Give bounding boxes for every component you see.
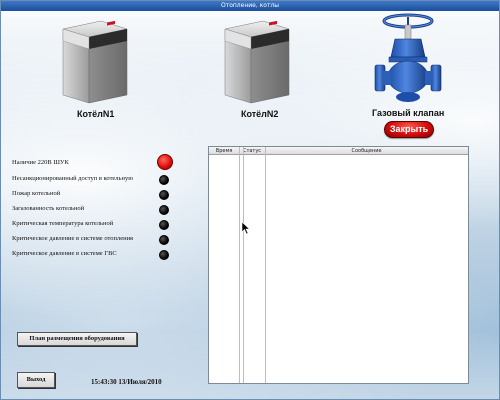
column-divider xyxy=(239,147,240,383)
equipment-plan-button[interactable]: План размещения оборудования xyxy=(17,332,137,346)
mouse-pointer-icon xyxy=(241,221,251,235)
event-log-table[interactable]: Время Статус Сообщение xyxy=(208,146,469,384)
status-label-heating-pressure: Критическое давление в системе отопления xyxy=(12,235,134,242)
event-log-header: Время Статус Сообщение xyxy=(209,147,468,155)
column-divider xyxy=(265,147,266,383)
exit-button[interactable]: Выход xyxy=(17,372,55,388)
status-label-gas: Загазованность котельной xyxy=(12,205,85,212)
status-label-power: Наличие 220В ШУК xyxy=(12,159,69,166)
boiler-1-label: КотёлN1 xyxy=(77,109,115,119)
boiler-2-icon[interactable] xyxy=(215,19,295,109)
gas-valve-label: Газовый клапан xyxy=(372,108,445,118)
valve-close-button[interactable]: Закрыть xyxy=(384,121,434,138)
status-label-fire: Пожар котельной xyxy=(12,190,61,197)
main-window: Отопление, котлы КотёлN1 КотёлN2 Газовый… xyxy=(0,0,500,400)
boiler-1-icon[interactable] xyxy=(53,19,133,109)
column-message[interactable]: Сообщение xyxy=(265,147,468,155)
boiler-2-label: КотёлN2 xyxy=(241,109,279,119)
clock-display: 15:43:30 13/Июля/2010 xyxy=(91,378,162,386)
fire-status-indicator xyxy=(159,190,169,200)
status-label-hot-water-pressure: Критическое давление в системе ГВС xyxy=(12,250,117,257)
gas-status-indicator xyxy=(159,205,169,215)
gas-valve-icon[interactable] xyxy=(373,13,443,105)
temperature-status-indicator xyxy=(159,220,169,230)
hot-water-pressure-status-indicator xyxy=(159,250,169,260)
power-status-indicator xyxy=(157,154,173,170)
status-label-intrusion: Несанкционированный доступ в котельную xyxy=(12,175,134,182)
column-time[interactable]: Время xyxy=(209,147,239,155)
status-label-temperature: Критическая температура котельной xyxy=(12,220,114,227)
window-title: Отопление, котлы xyxy=(1,1,499,11)
column-divider xyxy=(243,147,244,383)
intrusion-status-indicator xyxy=(159,175,169,185)
heating-pressure-status-indicator xyxy=(159,235,169,245)
